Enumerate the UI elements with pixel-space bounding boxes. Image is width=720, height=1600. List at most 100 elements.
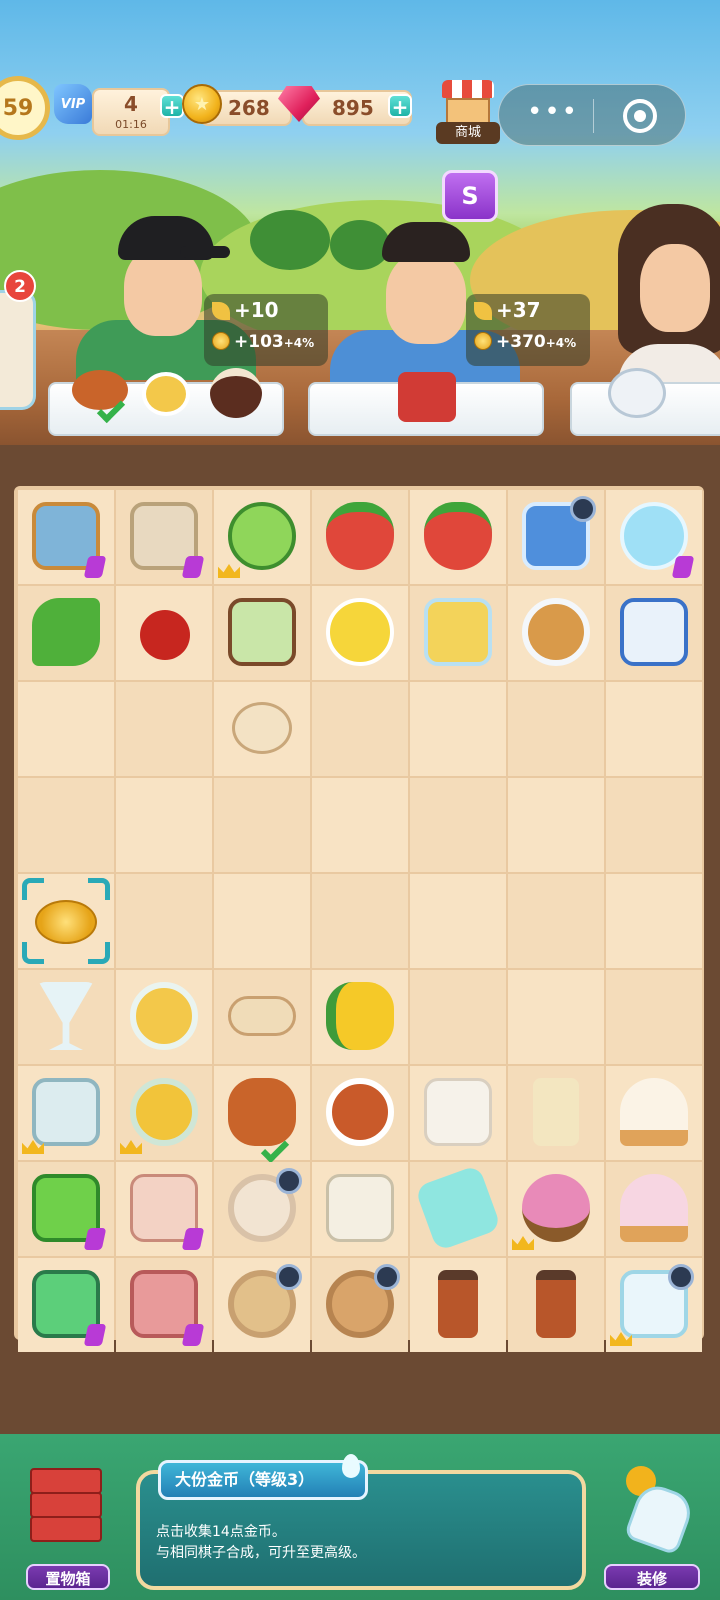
board-cell[interactable]: [214, 682, 310, 776]
more-menu-button[interactable]: •••: [527, 97, 579, 127]
vip-label: VIP: [60, 96, 86, 112]
board-cell[interactable]: [214, 970, 310, 1064]
board-cell[interactable]: [18, 586, 114, 680]
coin-reward-value: +370: [496, 332, 546, 352]
strawberry-icon: [424, 502, 492, 570]
board-cell[interactable]: [312, 490, 408, 584]
board-cell[interactable]: [116, 778, 212, 872]
board-cell[interactable]: [214, 874, 310, 968]
board-cell[interactable]: [410, 586, 506, 680]
board-cell[interactable]: [116, 682, 212, 776]
board-cell[interactable]: [606, 970, 702, 1064]
customer-3[interactable]: [618, 204, 720, 384]
board-cell[interactable]: [214, 1066, 310, 1164]
cheesecake-slice-icon: [424, 598, 492, 666]
board-cell[interactable]: [508, 490, 604, 584]
board-cell[interactable]: [18, 1162, 114, 1256]
add-energy-button[interactable]: +: [160, 94, 184, 118]
board-cell[interactable]: [606, 1162, 702, 1256]
board-cell[interactable]: [116, 1066, 212, 1160]
board-cell[interactable]: [18, 1258, 114, 1352]
coin-icon: [474, 332, 492, 350]
order-plate-2[interactable]: [308, 372, 544, 436]
paper-roll-icon: [533, 1078, 579, 1146]
miniprogram-capsule: •••: [498, 84, 686, 146]
board-cell[interactable]: [214, 1258, 310, 1352]
gold-coins-icon: [35, 900, 97, 944]
board-cell[interactable]: [116, 970, 212, 1064]
decorate-label[interactable]: 装修: [604, 1564, 700, 1590]
board-cell[interactable]: [214, 586, 310, 680]
corn-porridge-icon: [130, 1078, 198, 1146]
corn-icon: [326, 982, 394, 1050]
board-cell[interactable]: [410, 682, 506, 776]
board-cell[interactable]: [606, 490, 702, 584]
board-cell[interactable]: [410, 1258, 506, 1352]
shop-button[interactable]: 商城: [436, 76, 500, 146]
board-cell[interactable]: [606, 1258, 702, 1352]
decorate-button[interactable]: [612, 1466, 698, 1566]
board-cell[interactable]: [508, 874, 604, 968]
board-cell[interactable]: [312, 1066, 408, 1160]
board-cell[interactable]: [312, 586, 408, 680]
shop-icon: [446, 98, 490, 124]
coin-value: 268: [228, 96, 270, 120]
board-cell[interactable]: [312, 682, 408, 776]
board-cell[interactable]: [410, 970, 506, 1064]
board-cell[interactable]: [18, 1066, 114, 1160]
board-cell-selected[interactable]: [18, 874, 114, 968]
board-cell[interactable]: [18, 490, 114, 584]
ice-cream-cone-icon: [620, 1078, 688, 1146]
board-cell[interactable]: [508, 1066, 604, 1160]
board-cell[interactable]: [410, 490, 506, 584]
crown-icon: [218, 564, 240, 578]
board-cell[interactable]: [410, 1162, 506, 1256]
info-drop-icon[interactable]: [342, 1454, 360, 1478]
board-cell[interactable]: [18, 778, 114, 872]
board-cell[interactable]: [606, 1066, 702, 1160]
board-cell[interactable]: [606, 874, 702, 968]
storage-label[interactable]: 置物箱: [26, 1564, 110, 1590]
order-plate-1[interactable]: [48, 368, 284, 436]
board-cell[interactable]: [214, 778, 310, 872]
board-cell[interactable]: [410, 1066, 506, 1160]
notification-badge[interactable]: 2: [4, 270, 36, 302]
board-cell[interactable]: [606, 778, 702, 872]
board-cell[interactable]: [312, 778, 408, 872]
board-cell[interactable]: [606, 586, 702, 680]
board-cell[interactable]: [116, 1258, 212, 1352]
board-cell[interactable]: [508, 586, 604, 680]
merge-board: [18, 490, 704, 1352]
board-cell[interactable]: [312, 970, 408, 1064]
board-cell[interactable]: [508, 1258, 604, 1352]
board-cell[interactable]: [116, 1162, 212, 1256]
event-badge[interactable]: S: [442, 170, 498, 222]
board-cell[interactable]: [508, 970, 604, 1064]
board-cell[interactable]: [116, 490, 212, 584]
sprinkle-ice-cream-icon: [620, 1174, 688, 1242]
board-cell[interactable]: [18, 682, 114, 776]
board-cell[interactable]: [410, 874, 506, 968]
add-gems-button[interactable]: +: [388, 94, 412, 118]
order-plate-3[interactable]: [570, 368, 720, 436]
board-cell[interactable]: [410, 778, 506, 872]
vip-badge[interactable]: VIP: [54, 84, 92, 124]
board-cell[interactable]: [116, 586, 212, 680]
close-target-icon[interactable]: [623, 99, 657, 133]
board-cell[interactable]: [508, 778, 604, 872]
board-cell[interactable]: [312, 874, 408, 968]
plus-icon: +: [163, 95, 181, 119]
okra-icon: [32, 598, 100, 666]
board-cell[interactable]: [214, 1162, 310, 1256]
storage-box-icon: [30, 1468, 102, 1494]
board-cell[interactable]: [18, 970, 114, 1064]
storage-box-button[interactable]: [24, 1468, 108, 1568]
board-cell[interactable]: [116, 874, 212, 968]
board-cell[interactable]: [606, 682, 702, 776]
board-cell[interactable]: [312, 1162, 408, 1256]
side-drawer-tab[interactable]: [0, 290, 36, 410]
board-cell[interactable]: [508, 1162, 604, 1256]
board-cell[interactable]: [508, 682, 604, 776]
board-cell[interactable]: [214, 490, 310, 584]
board-cell[interactable]: [312, 1258, 408, 1352]
